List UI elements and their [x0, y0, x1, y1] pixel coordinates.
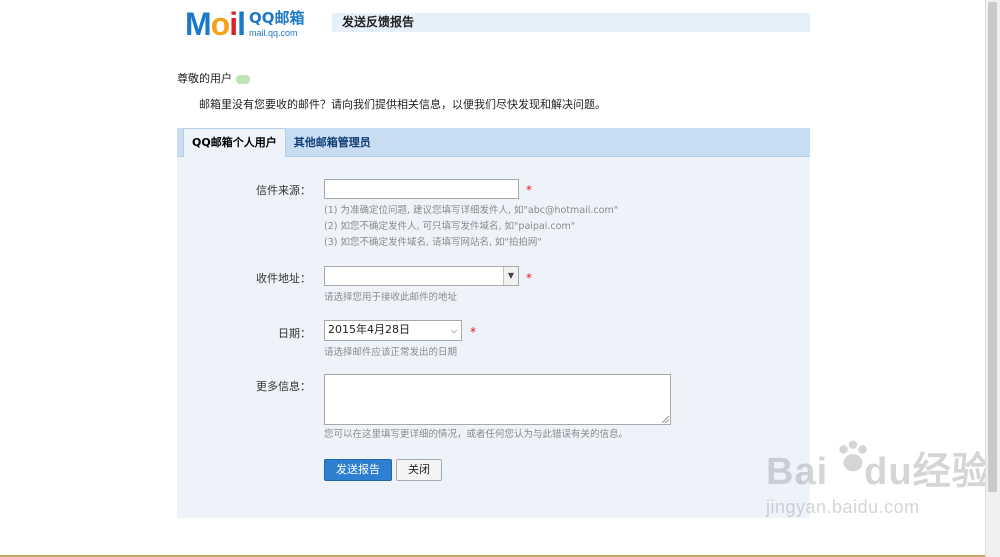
date-value: 2015年4月28日 [328, 323, 410, 336]
source-required-mark: * [526, 183, 532, 197]
address-select[interactable]: ▼ [324, 266, 519, 286]
source-hint-3: (3) 如您不确定发件域名, 请填写网站名, 如"拍拍网" [324, 237, 542, 248]
chevron-down-icon[interactable]: ▼ [503, 267, 518, 285]
baidu-jingyan-watermark: Bai du经验 jingyan.baidu.com [766, 440, 991, 518]
tab-other-admin[interactable]: 其他邮箱管理员 [286, 129, 379, 156]
greeting: 尊敬的用户 [177, 70, 250, 86]
username-redacted [236, 74, 250, 84]
source-hint-2: (2) 如您不确定发件人, 可只填写发件域名, 如"paipai.com" [324, 221, 576, 232]
logo-wordmark: Moil [185, 6, 246, 42]
close-button[interactable]: 关闭 [396, 459, 442, 481]
date-select[interactable]: 2015年4月28日 ⌵ [324, 320, 462, 341]
send-report-button[interactable]: 发送报告 [324, 459, 392, 481]
source-label: 信件来源： [256, 184, 311, 197]
logo-url-text: mail.qq.com [248, 27, 298, 38]
feedback-panel: QQ邮箱个人用户 其他邮箱管理员 信件来源： * (1) 为准确定位问题, 建议… [177, 128, 810, 518]
address-required-mark: * [526, 271, 532, 285]
tab-bar: QQ邮箱个人用户 其他邮箱管理员 [177, 128, 810, 157]
more-info-textarea[interactable] [324, 374, 671, 425]
source-input[interactable] [324, 179, 519, 199]
source-hint-1: (1) 为准确定位问题, 建议您填写详细发件人, 如"abc@hotmail.c… [324, 205, 619, 216]
tab-qq-personal[interactable]: QQ邮箱个人用户 [183, 128, 286, 157]
address-hint: 请选择您用于接收此邮件的地址 [324, 292, 458, 303]
more-info-hint: 您可以在这里填写更详细的情况，或者任何您认为与此错误有关的信息。 [324, 429, 629, 440]
greeting-text: 尊敬的用户 [177, 72, 232, 85]
date-required-mark: * [470, 325, 476, 339]
more-info-label: 更多信息： [256, 380, 311, 393]
date-hint: 请选择邮件应该正常发出的日期 [324, 347, 458, 358]
date-label: 日期： [278, 327, 311, 340]
address-label: 收件地址： [256, 272, 311, 285]
watermark-url: jingyan.baidu.com [766, 497, 920, 517]
paw-icon [839, 440, 867, 472]
qq-mail-logo[interactable]: Moil QQ邮箱 mail.qq.com [185, 8, 305, 40]
scrollbar-thumb[interactable] [988, 2, 997, 492]
logo-qq-text: QQ邮箱 [248, 8, 305, 27]
watermark-logo-text: Bai du经验 [766, 451, 991, 493]
vertical-scrollbar[interactable] [985, 0, 1000, 557]
intro-text: 邮箱里没有您要收的邮件？请向我们提供相关信息，以便我们尽快发现和解决问题。 [199, 98, 606, 111]
logo-subtext: QQ邮箱 mail.qq.com [248, 8, 305, 38]
resize-grip-icon[interactable] [662, 416, 669, 423]
page-title: 发送反馈报告 [332, 13, 810, 32]
chevron-down-icon[interactable]: ⌵ [447, 321, 461, 340]
